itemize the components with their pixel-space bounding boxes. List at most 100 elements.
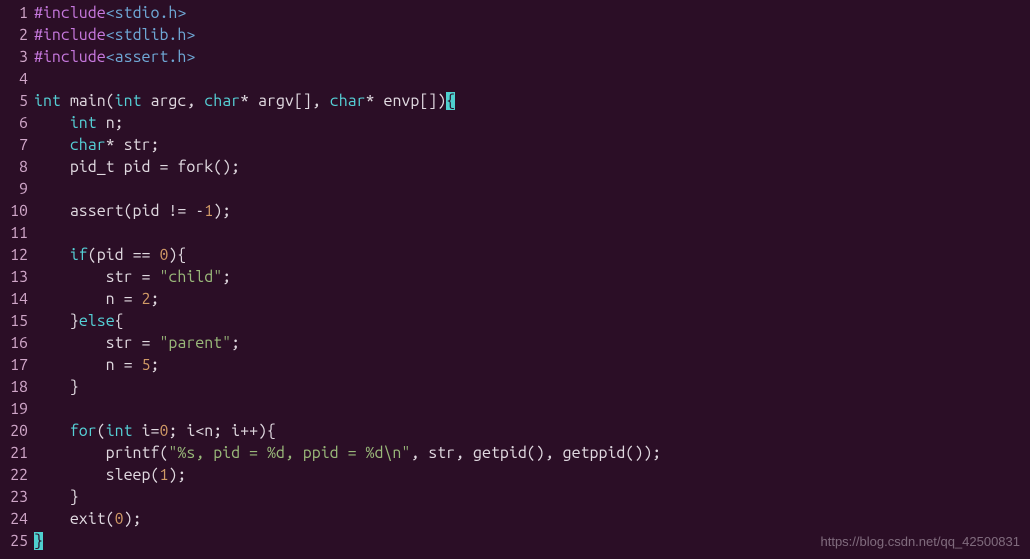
token-id: exit( <box>34 510 115 528</box>
code-line[interactable]: pid_t pid = fork(); <box>34 156 1030 178</box>
line-number: 24 <box>0 508 28 530</box>
line-number: 15 <box>0 310 28 332</box>
token-id: argc, <box>142 92 205 110</box>
code-area[interactable]: #include<stdio.h>#include<stdlib.h>#incl… <box>34 2 1030 552</box>
line-number: 23 <box>0 486 28 508</box>
code-line[interactable]: int n; <box>34 112 1030 134</box>
code-line[interactable]: str = "child"; <box>34 266 1030 288</box>
line-number: 20 <box>0 420 28 442</box>
token-id <box>34 136 70 154</box>
line-number: 2 <box>0 24 28 46</box>
token-id <box>34 422 70 440</box>
code-line[interactable]: #include<stdlib.h> <box>34 24 1030 46</box>
token-id: , str, getpid(), getppid()); <box>410 444 661 462</box>
code-line[interactable]: int main(int argc, char* argv[], char* e… <box>34 90 1030 112</box>
token-id: ){ <box>168 246 186 264</box>
token-cursor: { <box>446 92 455 110</box>
token-id: n = <box>34 356 142 374</box>
token-pp: #include <box>34 26 106 44</box>
line-number: 1 <box>0 2 28 24</box>
token-id: ( <box>97 422 106 440</box>
token-kw: int <box>70 114 97 132</box>
token-hdr: <stdio.h> <box>106 4 187 22</box>
token-kw: else <box>79 312 115 330</box>
token-id: * argv[], <box>240 92 330 110</box>
code-line[interactable]: char* str; <box>34 134 1030 156</box>
token-id: { <box>115 312 124 330</box>
token-id: (pid == <box>88 246 160 264</box>
code-line[interactable]: exit(0); <box>34 508 1030 530</box>
code-line[interactable]: #include<stdio.h> <box>34 2 1030 24</box>
token-id: * str; <box>106 136 160 154</box>
token-id: main( <box>61 92 115 110</box>
token-num: 5 <box>142 356 151 374</box>
code-line[interactable]: if(pid == 0){ <box>34 244 1030 266</box>
code-line[interactable]: #include<assert.h> <box>34 46 1030 68</box>
token-id: ; <box>222 268 231 286</box>
line-number: 6 <box>0 112 28 134</box>
token-str: "%s, pid = %d, ppid = %d\n" <box>168 444 410 462</box>
line-number: 4 <box>0 68 28 90</box>
token-id: str = <box>34 334 159 352</box>
code-line[interactable]: assert(pid != -1); <box>34 200 1030 222</box>
line-number: 12 <box>0 244 28 266</box>
line-number: 9 <box>0 178 28 200</box>
line-number: 16 <box>0 332 28 354</box>
token-str: "parent" <box>159 334 231 352</box>
line-number: 21 <box>0 442 28 464</box>
token-hdr: <assert.h> <box>106 48 196 66</box>
token-num: 2 <box>142 290 151 308</box>
token-id: ; i<n; i++){ <box>168 422 276 440</box>
token-id: } <box>34 312 79 330</box>
token-kw: int <box>106 422 133 440</box>
line-number: 10 <box>0 200 28 222</box>
code-line[interactable]: printf("%s, pid = %d, ppid = %d\n", str,… <box>34 442 1030 464</box>
code-line[interactable]: sleep(1); <box>34 464 1030 486</box>
line-number: 19 <box>0 398 28 420</box>
code-line[interactable]: } <box>34 376 1030 398</box>
token-pp: #include <box>34 48 106 66</box>
token-kw: if <box>70 246 88 264</box>
code-editor[interactable]: 1234567891011121314151617181920212223242… <box>0 0 1030 552</box>
token-id: ); <box>168 466 186 484</box>
code-line[interactable] <box>34 222 1030 244</box>
code-line[interactable]: }else{ <box>34 310 1030 332</box>
code-line[interactable] <box>34 398 1030 420</box>
line-number: 3 <box>0 46 28 68</box>
token-hdr: <stdlib.h> <box>106 26 196 44</box>
token-kw: int <box>115 92 142 110</box>
token-id: n = <box>34 290 142 308</box>
token-cursor: } <box>34 532 43 550</box>
line-number: 8 <box>0 156 28 178</box>
token-id: assert(pid != - <box>34 202 204 220</box>
line-number: 7 <box>0 134 28 156</box>
line-number: 5 <box>0 90 28 112</box>
token-kw: char <box>204 92 240 110</box>
token-str: "child" <box>159 268 222 286</box>
token-id: sleep( <box>34 466 159 484</box>
code-line[interactable]: n = 5; <box>34 354 1030 376</box>
code-line[interactable] <box>34 68 1030 90</box>
token-id: i= <box>133 422 160 440</box>
code-line[interactable]: } <box>34 486 1030 508</box>
line-number: 11 <box>0 222 28 244</box>
token-id: ; <box>231 334 240 352</box>
code-line[interactable]: str = "parent"; <box>34 332 1030 354</box>
watermark-text: https://blog.csdn.net/qq_42500831 <box>821 531 1021 553</box>
code-line[interactable]: n = 2; <box>34 288 1030 310</box>
token-id: str = <box>34 268 159 286</box>
token-kw: for <box>70 422 97 440</box>
token-id <box>34 246 70 264</box>
token-kw: char <box>330 92 366 110</box>
code-line[interactable]: for(int i=0; i<n; i++){ <box>34 420 1030 442</box>
token-id: ); <box>124 510 142 528</box>
token-id: ); <box>213 202 231 220</box>
line-number: 25 <box>0 530 28 552</box>
code-line[interactable] <box>34 178 1030 200</box>
token-kw: char <box>70 136 106 154</box>
token-id: n; <box>97 114 124 132</box>
token-num: 0 <box>115 510 124 528</box>
line-number: 14 <box>0 288 28 310</box>
line-number-gutter: 1234567891011121314151617181920212223242… <box>0 2 34 552</box>
token-num: 1 <box>204 202 213 220</box>
